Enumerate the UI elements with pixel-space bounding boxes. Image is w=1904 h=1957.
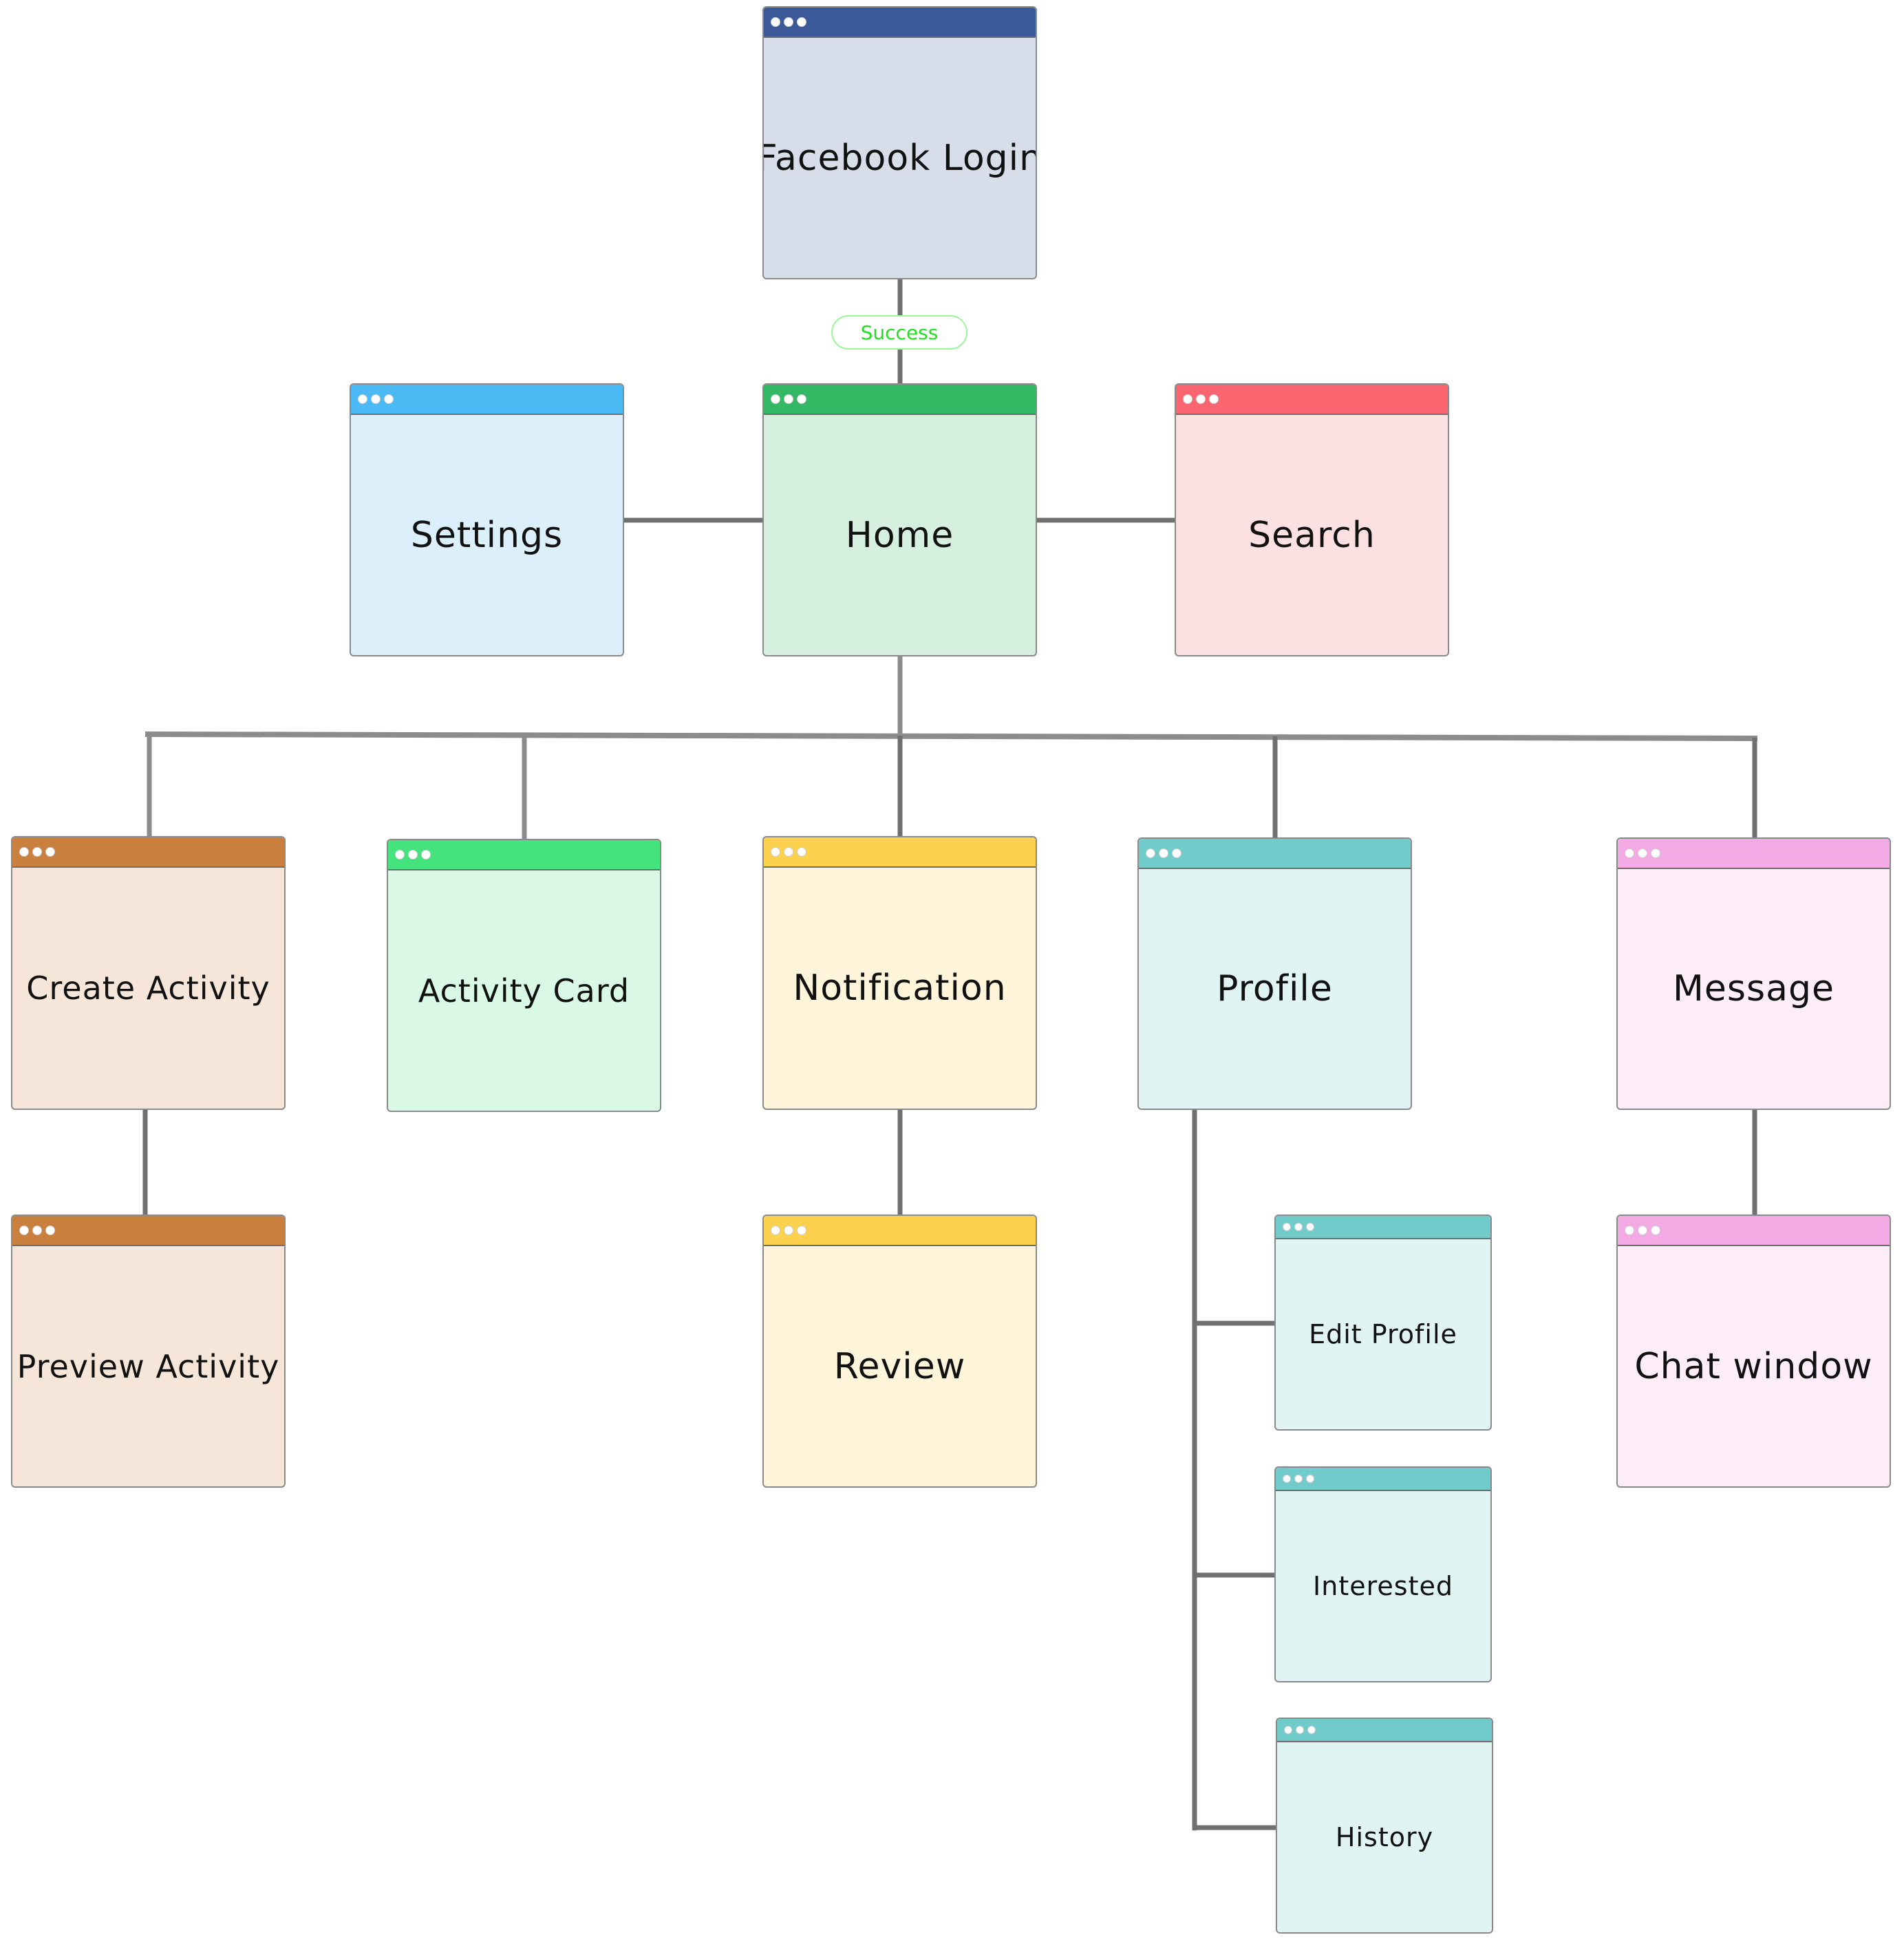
window-dot-icon — [1651, 1226, 1660, 1235]
window-title-bar — [1176, 385, 1448, 415]
window-dot-icon — [421, 850, 431, 859]
node-edit-profile[interactable]: Edit Profile — [1274, 1215, 1492, 1431]
window-title-bar — [12, 1216, 284, 1246]
node-activity-card[interactable]: Activity Card — [387, 839, 661, 1112]
window-dot-icon — [771, 17, 780, 27]
window-dot-icon — [1306, 1475, 1314, 1483]
window-dot-icon — [45, 847, 55, 857]
window-dot-icon — [1196, 394, 1206, 404]
node-label: Create Activity — [26, 970, 270, 1007]
edge-label-success: Success — [831, 315, 967, 350]
window-title-bar — [1618, 839, 1890, 869]
node-label: History — [1335, 1822, 1434, 1852]
node-label: Activity Card — [418, 972, 630, 1009]
window-dot-icon — [1638, 848, 1647, 858]
node-label: Search — [1248, 514, 1376, 556]
window-dot-icon — [784, 1226, 793, 1235]
window-dot-icon — [1296, 1726, 1304, 1734]
node-notification[interactable]: Notification — [762, 836, 1037, 1110]
node-label: Review — [833, 1345, 966, 1387]
window-dot-icon — [1172, 848, 1181, 858]
node-label: Edit Profile — [1309, 1319, 1457, 1349]
window-dot-icon — [19, 1226, 29, 1235]
node-settings[interactable]: Settings — [350, 383, 624, 656]
node-label: Settings — [410, 514, 564, 556]
window-dot-icon — [1307, 1726, 1316, 1734]
window-dot-icon — [358, 394, 367, 404]
window-dot-icon — [1306, 1223, 1314, 1231]
window-title-bar — [1276, 1216, 1490, 1239]
window-dot-icon — [1283, 1223, 1291, 1231]
node-profile[interactable]: Profile — [1137, 837, 1412, 1110]
node-history[interactable]: History — [1276, 1718, 1493, 1934]
node-label: Home — [845, 514, 954, 556]
window-dot-icon — [1294, 1223, 1303, 1231]
node-label: Message — [1673, 968, 1835, 1009]
window-dot-icon — [1209, 394, 1219, 404]
window-dot-icon — [1651, 848, 1660, 858]
window-dot-icon — [797, 847, 806, 857]
node-label: Profile — [1217, 968, 1333, 1009]
window-dot-icon — [1146, 848, 1155, 858]
window-dot-icon — [1638, 1226, 1647, 1235]
window-dot-icon — [784, 394, 793, 404]
window-title-bar — [764, 385, 1036, 415]
window-title-bar — [388, 840, 660, 870]
window-title-bar — [764, 8, 1036, 38]
window-dot-icon — [45, 1226, 55, 1235]
window-dot-icon — [1283, 1475, 1291, 1483]
window-dot-icon — [797, 17, 806, 27]
node-search[interactable]: Search — [1175, 383, 1449, 656]
node-label: Chat window — [1634, 1345, 1873, 1387]
window-dot-icon — [1625, 848, 1634, 858]
node-preview-activity[interactable]: Preview Activity — [11, 1215, 286, 1488]
window-title-bar — [12, 837, 284, 868]
node-chat-window[interactable]: Chat window — [1616, 1215, 1891, 1488]
node-label: Notification — [793, 967, 1007, 1009]
window-title-bar — [764, 1216, 1036, 1246]
window-title-bar — [1139, 839, 1411, 869]
window-dot-icon — [371, 394, 381, 404]
window-title-bar — [351, 385, 623, 415]
window-dot-icon — [1183, 394, 1192, 404]
window-dot-icon — [771, 1226, 780, 1235]
node-facebook-login[interactable]: Facebook Login — [762, 6, 1037, 279]
window-dot-icon — [797, 1226, 806, 1235]
window-dot-icon — [771, 847, 780, 857]
window-dot-icon — [384, 394, 394, 404]
node-interested[interactable]: Interested — [1274, 1466, 1492, 1682]
window-dot-icon — [19, 847, 29, 857]
window-dot-icon — [1159, 848, 1168, 858]
window-dot-icon — [32, 847, 42, 857]
window-dot-icon — [32, 1226, 42, 1235]
node-message[interactable]: Message — [1616, 837, 1891, 1110]
window-title-bar — [764, 837, 1036, 868]
node-create-activity[interactable]: Create Activity — [11, 836, 286, 1110]
node-label: Facebook Login — [762, 137, 1037, 179]
window-dot-icon — [408, 850, 418, 859]
window-dot-icon — [784, 847, 793, 857]
node-home[interactable]: Home — [762, 383, 1037, 656]
window-dot-icon — [1625, 1226, 1634, 1235]
window-dot-icon — [1284, 1726, 1292, 1734]
window-dot-icon — [771, 394, 780, 404]
window-dot-icon — [1294, 1475, 1303, 1483]
connector-bus — [145, 731, 1758, 741]
window-dot-icon — [784, 17, 793, 27]
window-title-bar — [1277, 1719, 1492, 1742]
window-title-bar — [1618, 1216, 1890, 1246]
window-dot-icon — [797, 394, 806, 404]
node-label: Preview Activity — [17, 1347, 280, 1385]
node-review[interactable]: Review — [762, 1215, 1037, 1488]
window-title-bar — [1276, 1468, 1490, 1491]
node-label: Interested — [1313, 1571, 1453, 1601]
window-dot-icon — [395, 850, 405, 859]
